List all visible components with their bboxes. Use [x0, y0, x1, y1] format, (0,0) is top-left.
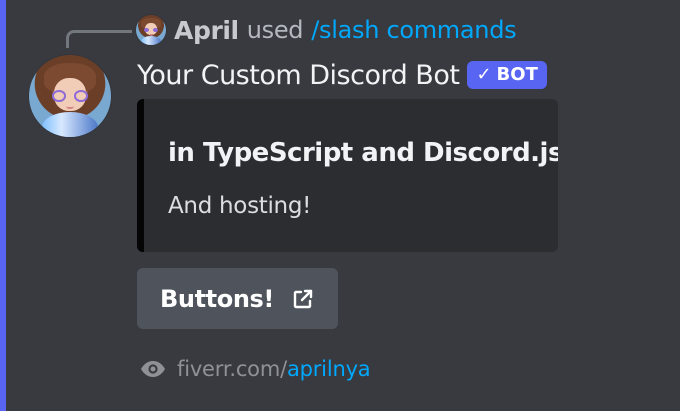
reply-user-avatar[interactable] [136, 15, 166, 45]
avatar-glasses-right [74, 90, 89, 102]
embed-description: And hosting! [168, 193, 312, 219]
footer-url-prefix: fiverr.com/ [177, 357, 287, 381]
message-embed: in TypeScript and Discord.js And hosting… [137, 99, 558, 252]
mention-highlight-bar [0, 0, 6, 411]
reply-used-text: used [246, 16, 304, 44]
slash-command-link[interactable]: /slash commands [311, 16, 516, 44]
avatar-glasses-left [51, 90, 66, 102]
bot-badge-label: BOT [496, 64, 538, 85]
eye-icon [141, 361, 165, 377]
button-label: Buttons! [160, 284, 274, 313]
reply-connector [66, 30, 132, 48]
bot-avatar[interactable] [29, 55, 111, 137]
bot-name[interactable]: Your Custom Discord Bot [137, 60, 460, 91]
embed-title: in TypeScript and Discord.js [168, 138, 558, 168]
footer-link[interactable]: fiverr.com/aprilnya [139, 354, 371, 384]
message-header: Your Custom Discord Bot ✓ BOT [137, 58, 547, 92]
reply-username[interactable]: April [174, 16, 239, 45]
footer-url-handle: aprilnya [286, 357, 371, 381]
avatar-glasses-right [152, 27, 158, 33]
checkmark-icon: ✓ [476, 64, 492, 85]
avatar-shirt [140, 36, 162, 45]
footer-url[interactable]: fiverr.com/aprilnya [177, 357, 371, 381]
external-link-icon [293, 289, 313, 308]
embed-accent-bar [137, 99, 144, 252]
discord-message-screen: April used /slash commands Your Custom D… [0, 0, 680, 411]
buttons-link-button[interactable]: Buttons! [137, 268, 338, 329]
reply-context[interactable]: April used /slash commands [136, 13, 517, 47]
avatar-shirt [42, 112, 98, 137]
bot-badge: ✓ BOT [467, 61, 547, 89]
